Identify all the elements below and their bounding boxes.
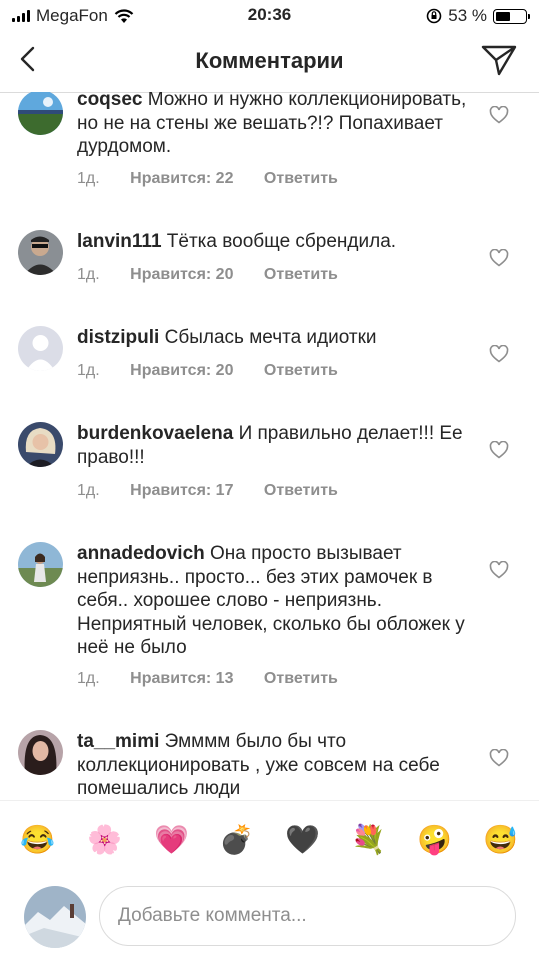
comment-likes[interactable]: Нравится: 17 — [130, 482, 233, 500]
comment-likes[interactable]: Нравится: 22 — [130, 170, 233, 188]
woman-outdoors-avatar-icon[interactable] — [18, 542, 63, 587]
emoji-bomb-icon[interactable]: 💣 — [219, 823, 254, 857]
comment-text: annadedovich Она просто вызывает неприяз… — [77, 542, 467, 660]
comment-input[interactable] — [99, 886, 516, 946]
status-bar: MegaFon 20:36 53 % — [0, 0, 539, 30]
comment-body: Сбылась мечта идиотки — [164, 327, 377, 348]
emoji-sweat-smile-icon[interactable]: 😅 — [483, 823, 518, 857]
comment-username[interactable]: distzipuli — [77, 327, 159, 348]
default-avatar-icon[interactable] — [18, 326, 63, 371]
like-heart-icon[interactable] — [489, 345, 509, 363]
comment-likes[interactable]: Нравится: 13 — [130, 670, 233, 688]
comment-likes[interactable]: Нравится: 20 — [130, 362, 233, 380]
direct-send-icon[interactable] — [481, 44, 517, 76]
comment-text: ta__mimi Эмммм было бы что коллекциониро… — [77, 730, 467, 800]
comment-text: lanvin111 Тётка вообще сбрендила. — [77, 230, 467, 254]
comment-text: burdenkovaelena И правильно делает!!! Ее… — [77, 422, 467, 469]
comment-list[interactable]: coqsec Можно и нужно коллекционировать, … — [0, 92, 539, 800]
landscape-avatar-icon[interactable] — [18, 92, 63, 135]
comment-username[interactable]: ta__mimi — [77, 731, 159, 752]
like-heart-icon[interactable] — [489, 441, 509, 459]
page-title: Комментарии — [195, 48, 344, 73]
person-sunglasses-avatar-icon[interactable] — [18, 230, 63, 275]
comment-time: 1д. — [77, 362, 100, 379]
comment-meta: 1д. Нравится: 22 Ответить — [77, 170, 338, 188]
reply-button[interactable]: Ответить — [264, 362, 338, 380]
like-heart-icon[interactable] — [489, 106, 509, 124]
comment-time: 1д. — [77, 482, 100, 499]
emoji-black-heart-icon[interactable]: 🖤 — [285, 823, 320, 857]
comment-likes[interactable]: Нравится: 20 — [130, 266, 233, 284]
reply-button[interactable]: Ответить — [264, 266, 338, 284]
emoji-bouquet-icon[interactable]: 💐 — [351, 823, 386, 857]
emoji-tears-of-joy-icon[interactable]: 😂 — [20, 823, 55, 857]
comment-body: Тётка вообще сбрендила. — [166, 231, 397, 252]
comment-text: coqsec Можно и нужно коллекционировать, … — [77, 92, 467, 159]
blonde-woman-avatar-icon[interactable] — [18, 422, 63, 467]
comment-text: distzipuli Сбылась мечта идиотки — [77, 326, 467, 350]
comment-meta: 1д. Нравится: 17 Ответить — [77, 482, 338, 500]
reply-button[interactable]: Ответить — [264, 482, 338, 500]
emoji-zany-face-icon[interactable]: 🤪 — [417, 823, 452, 857]
comment-username[interactable]: lanvin111 — [77, 231, 162, 252]
comment-input-bar — [0, 880, 539, 960]
comment-time: 1д. — [77, 170, 100, 187]
battery-icon — [493, 8, 530, 24]
emoji-quick-bar: 😂 🌸 💗 💣 🖤 💐 🤪 😅 — [0, 800, 539, 881]
comment-username[interactable]: annadedovich — [77, 543, 205, 564]
reply-button[interactable]: Ответить — [264, 170, 338, 188]
own-avatar-icon — [24, 886, 86, 948]
emoji-blossom-icon[interactable]: 🌸 — [87, 823, 122, 857]
battery-percent: 53 % — [448, 6, 487, 25]
comment-meta: 1д. Нравится: 20 Ответить — [77, 362, 338, 380]
comment-time: 1д. — [77, 670, 100, 687]
nav-bar: Комментарии — [0, 30, 539, 93]
comment-time: 1д. — [77, 266, 100, 283]
comment-meta: 1д. Нравится: 20 Ответить — [77, 266, 338, 284]
status-right: 53 % — [426, 6, 530, 26]
like-heart-icon[interactable] — [489, 249, 509, 267]
dark-hair-woman-avatar-icon[interactable] — [18, 730, 63, 775]
comment-meta: 1д. Нравится: 13 Ответить — [77, 670, 338, 688]
comment-username[interactable]: burdenkovaelena — [77, 423, 233, 444]
emoji-pink-heart-icon[interactable]: 💗 — [154, 823, 189, 857]
reply-button[interactable]: Ответить — [264, 670, 338, 688]
orientation-lock-icon — [426, 8, 442, 24]
like-heart-icon[interactable] — [489, 749, 509, 767]
comment-username[interactable]: coqsec — [77, 92, 142, 110]
like-heart-icon[interactable] — [489, 561, 509, 579]
